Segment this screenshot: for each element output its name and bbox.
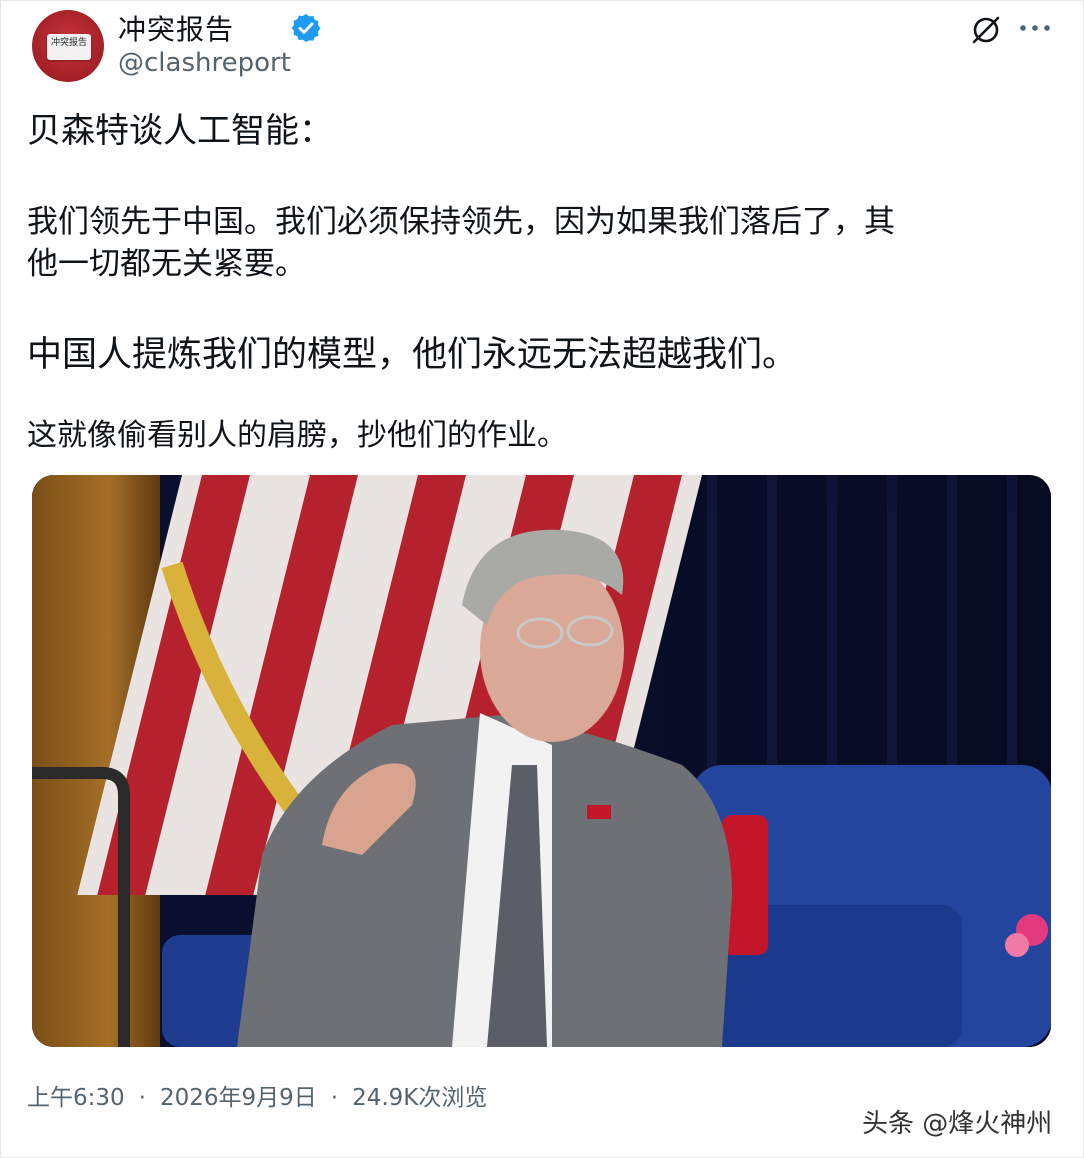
post-time[interactable]: 上午6:30	[27, 1085, 125, 1111]
verified-badge-icon	[291, 14, 321, 42]
post-paragraph-2: 中国人提炼我们的模型，他们永远无法超越我们。	[27, 335, 798, 375]
separator-dot: ·	[330, 1085, 339, 1111]
author-handle[interactable]: @clashreport	[118, 48, 291, 78]
watermark: 头条 @烽火神州	[862, 1109, 1053, 1139]
post-video[interactable]	[32, 475, 1051, 1047]
video-frame	[32, 475, 1051, 1047]
post-paragraph-1-line-2: 他一切都无关紧要。	[27, 246, 306, 282]
view-count: 24.9K次浏览	[352, 1085, 488, 1111]
post-title: 贝森特谈人工智能：	[27, 111, 333, 151]
post-paragraph-1-line-1: 我们领先于中国。我们必须保持领先，因为如果我们落后了，其	[27, 204, 895, 240]
author-name[interactable]: 冲突报告	[118, 8, 234, 48]
more-icon[interactable]	[1018, 22, 1052, 34]
avatar-label: 冲突报告	[50, 38, 87, 48]
post-meta: 上午6:30 · 2026年9月9日 · 24.9K次浏览	[27, 1078, 487, 1112]
post-paragraph-3: 这就像偷看别人的肩膀，抄他们的作业。	[27, 418, 567, 453]
separator-dot: ·	[138, 1085, 146, 1111]
post-date[interactable]: 2026年9月9日	[160, 1085, 317, 1111]
avatar[interactable]: 冲突报告	[32, 10, 104, 82]
grok-icon[interactable]	[968, 12, 1004, 48]
